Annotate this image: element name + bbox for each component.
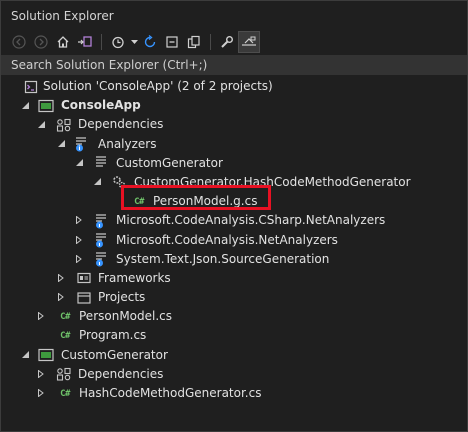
properties-icon[interactable] — [217, 32, 237, 52]
tree-item-hashcode-generator-file[interactable]: C# HashCodeMethodGenerator.cs — [1, 384, 467, 403]
tree-item-dependencies[interactable]: Dependencies — [1, 115, 467, 134]
csharp-file-icon: C# — [57, 386, 73, 402]
panel-title: Solution Explorer — [11, 9, 114, 23]
tree-item-analyzers[interactable]: Analyzers — [1, 135, 467, 154]
csharp-project-icon — [38, 347, 54, 363]
tree-item-solution[interactable]: Solution 'ConsoleApp' (2 of 2 projects) — [1, 77, 467, 96]
csharp-badge: C# — [60, 311, 70, 322]
tree-item-label: Solution 'ConsoleApp' (2 of 2 projects) — [43, 79, 273, 93]
tree-item-label: Microsoft.CodeAnalysis.NetAnalyzers — [116, 232, 338, 247]
analyzer-icon — [74, 136, 90, 152]
expanded-arrow-icon[interactable] — [20, 100, 30, 110]
csharp-badge: C# — [134, 196, 144, 207]
chevron-down-icon[interactable] — [130, 32, 138, 52]
tree-item-customgenerator-project[interactable]: CustomGenerator — [1, 346, 467, 365]
tree-item-label: Program.cs — [79, 328, 147, 343]
expanded-arrow-icon[interactable] — [74, 158, 84, 168]
csharp-project-icon — [38, 98, 54, 114]
preview-selected-icon[interactable] — [238, 31, 260, 53]
tree-item-customgenerator-analyzer[interactable]: CustomGenerator — [1, 154, 467, 173]
csharp-file-icon: C# — [57, 328, 73, 344]
tree-item-personmodel[interactable]: C# PersonModel.cs — [1, 307, 467, 326]
search-input[interactable]: Search Solution Explorer (Ctrl+;) — [1, 55, 467, 75]
collapsed-arrow-icon[interactable] — [36, 388, 46, 398]
csharp-file-icon: C# — [131, 194, 147, 210]
collapsed-arrow-icon[interactable] — [74, 254, 84, 264]
tree-item-json-sourcegeneration[interactable]: System.Text.Json.SourceGeneration — [1, 250, 467, 269]
tree-item-label: Projects — [98, 290, 146, 305]
tree-item-consoleapp[interactable]: ConsoleApp — [1, 96, 467, 115]
tree-item-hashcode-generator[interactable]: CustomGenerator.HashCodeMethodGenerator — [1, 173, 467, 192]
projects-icon — [76, 290, 92, 306]
tree-item-netanalyzers[interactable]: Microsoft.CodeAnalysis.NetAnalyzers — [1, 231, 467, 250]
tree-item-label: Microsoft.CodeAnalysis.CSharp.NetAnalyze… — [116, 213, 386, 228]
switch-views-icon[interactable] — [75, 32, 95, 52]
tree-item-label: CustomGenerator — [61, 347, 168, 362]
tree-item-program[interactable]: C# Program.cs — [1, 326, 467, 345]
tree-item-label: PersonModel.cs — [79, 309, 173, 324]
collapsed-arrow-icon[interactable] — [56, 273, 66, 283]
toolbar — [1, 31, 467, 53]
home-icon[interactable] — [53, 32, 73, 52]
csharp-badge: C# — [60, 330, 70, 341]
back-icon[interactable] — [9, 32, 29, 52]
tree-item-csharp-netanalyzers[interactable]: Microsoft.CodeAnalysis.CSharp.NetAnalyze… — [1, 211, 467, 230]
solution-explorer-panel: Solution Explorer Search Solution Explor… — [0, 0, 468, 432]
analyzer-icon — [94, 251, 110, 267]
collapsed-arrow-icon[interactable] — [74, 215, 84, 225]
collapsed-arrow-icon[interactable] — [36, 369, 46, 379]
toolbar-separator — [101, 34, 102, 50]
toolbar-separator — [210, 34, 211, 50]
show-all-files-icon[interactable] — [184, 32, 204, 52]
collapse-all-icon[interactable] — [162, 32, 182, 52]
analyzer-icon — [94, 155, 110, 171]
solution-tree: Solution 'ConsoleApp' (2 of 2 projects) … — [1, 77, 467, 403]
expanded-arrow-icon[interactable] — [56, 139, 66, 149]
solution-icon — [23, 79, 39, 95]
generator-icon — [111, 174, 127, 190]
tree-item-label: HashCodeMethodGenerator.cs — [79, 386, 262, 400]
tree-item-dependencies-2[interactable]: Dependencies — [1, 365, 467, 384]
expanded-arrow-icon[interactable] — [92, 177, 102, 187]
tree-item-label: Analyzers — [98, 136, 157, 151]
tree-item-label: Frameworks — [98, 270, 171, 285]
analyzer-icon — [94, 213, 110, 229]
tree-item-label: CustomGenerator.HashCodeMethodGenerator — [134, 174, 411, 189]
pending-changes-filter-icon[interactable] — [108, 32, 128, 52]
expanded-arrow-icon[interactable] — [20, 350, 30, 360]
forward-icon[interactable] — [31, 32, 51, 52]
frameworks-icon — [76, 270, 92, 286]
csharp-badge: C# — [60, 388, 70, 399]
expanded-arrow-icon[interactable] — [36, 119, 46, 129]
sync-icon[interactable] — [140, 32, 160, 52]
tree-item-frameworks[interactable]: Frameworks — [1, 269, 467, 288]
csharp-file-icon: C# — [57, 309, 73, 325]
dependencies-icon — [56, 366, 72, 382]
tree-item-personmodel-generated[interactable]: C# PersonModel.g.cs — [1, 192, 467, 211]
tree-item-label: Dependencies — [78, 117, 164, 132]
dependencies-icon — [56, 117, 72, 133]
collapsed-arrow-icon[interactable] — [36, 311, 46, 321]
collapsed-arrow-icon[interactable] — [74, 235, 84, 245]
tree-item-label: Dependencies — [78, 366, 164, 381]
collapsed-arrow-icon[interactable] — [56, 292, 66, 302]
tree-item-label: System.Text.Json.SourceGeneration — [116, 251, 330, 266]
tree-item-projects[interactable]: Projects — [1, 288, 467, 307]
tree-item-label: ConsoleApp — [61, 98, 141, 113]
tree-item-label: PersonModel.g.cs — [153, 194, 258, 209]
analyzer-icon — [94, 232, 110, 248]
tree-item-label: CustomGenerator — [116, 155, 223, 170]
